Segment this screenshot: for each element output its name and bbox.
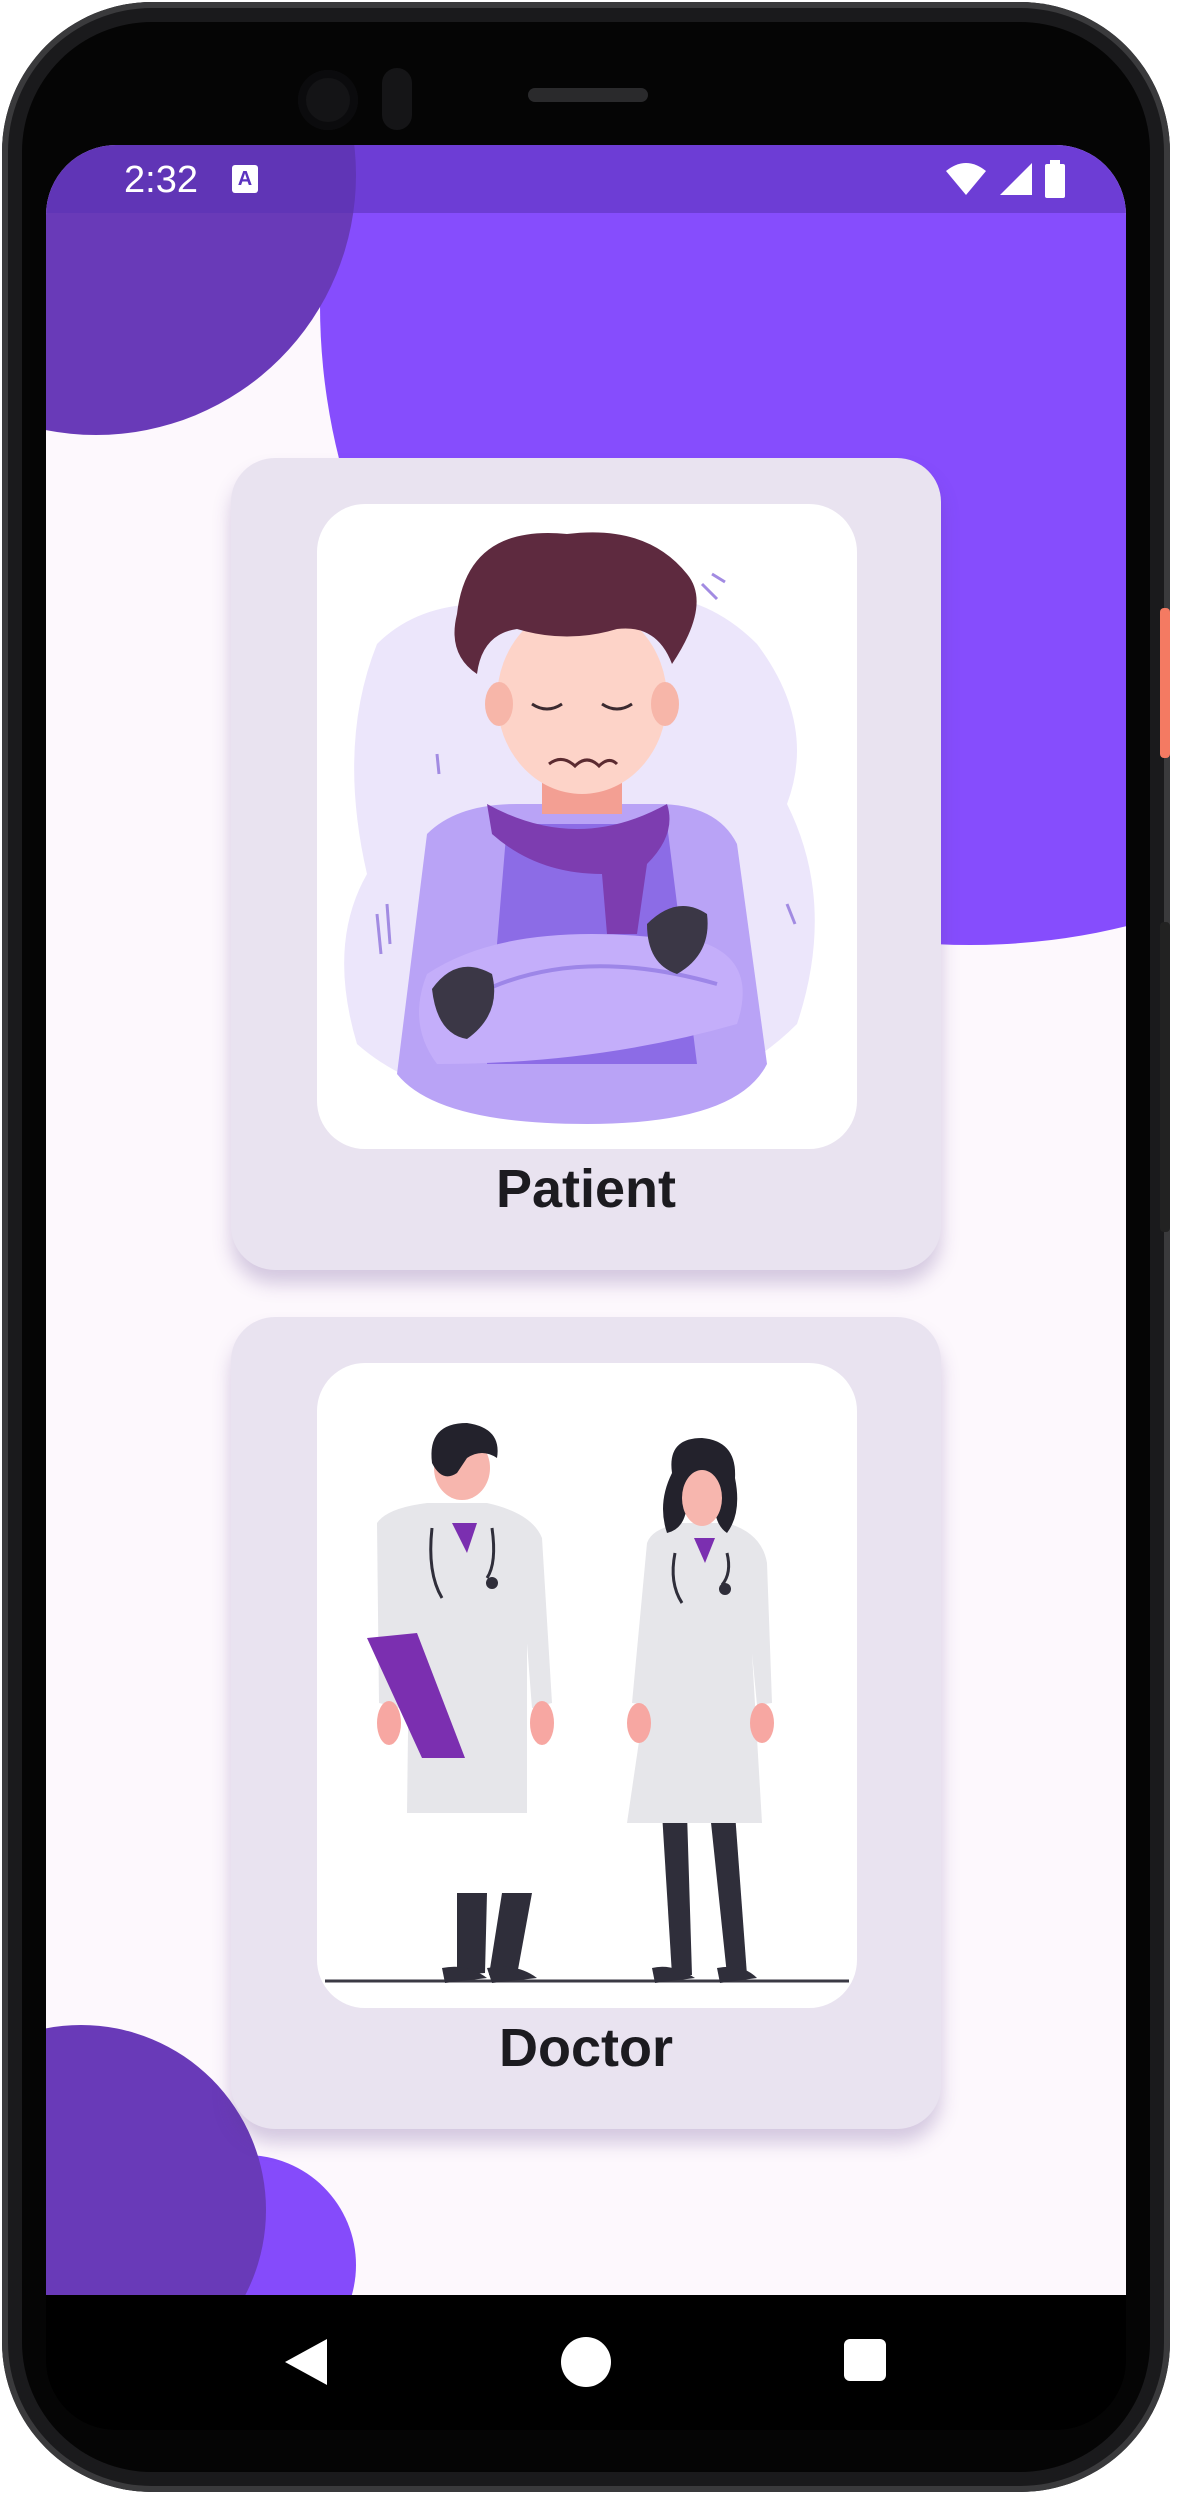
signal-icon [1000,163,1032,195]
earpiece-speaker [528,88,648,102]
patient-label: Patient [495,1159,677,1219]
notification-a-icon: A [232,165,258,193]
doctor-card[interactable]: Doctor [231,1317,941,2129]
doctor-label: Doctor [499,2018,673,2078]
battery-icon [1045,160,1065,198]
front-camera [298,70,358,130]
recents-icon[interactable] [844,2339,886,2381]
wifi-icon [946,163,986,195]
patient-illustration-icon [344,532,815,1124]
power-button [1160,608,1170,758]
patient-illustration [317,504,857,1149]
status-bar: 2:32 A [46,145,1126,213]
home-icon[interactable] [561,2337,611,2387]
front-sensor [382,68,412,130]
patient-card[interactable]: Patient [231,458,941,1270]
back-icon[interactable] [283,2337,329,2387]
volume-button [1160,922,1170,1232]
app-screen: 2:32 A Patient Doctor [46,145,1126,2295]
doctors-illustration-icon [325,1423,849,1983]
status-time: 2:32 [124,159,198,201]
doctors-illustration [317,1363,857,2008]
navigation-bar [46,2295,1126,2430]
